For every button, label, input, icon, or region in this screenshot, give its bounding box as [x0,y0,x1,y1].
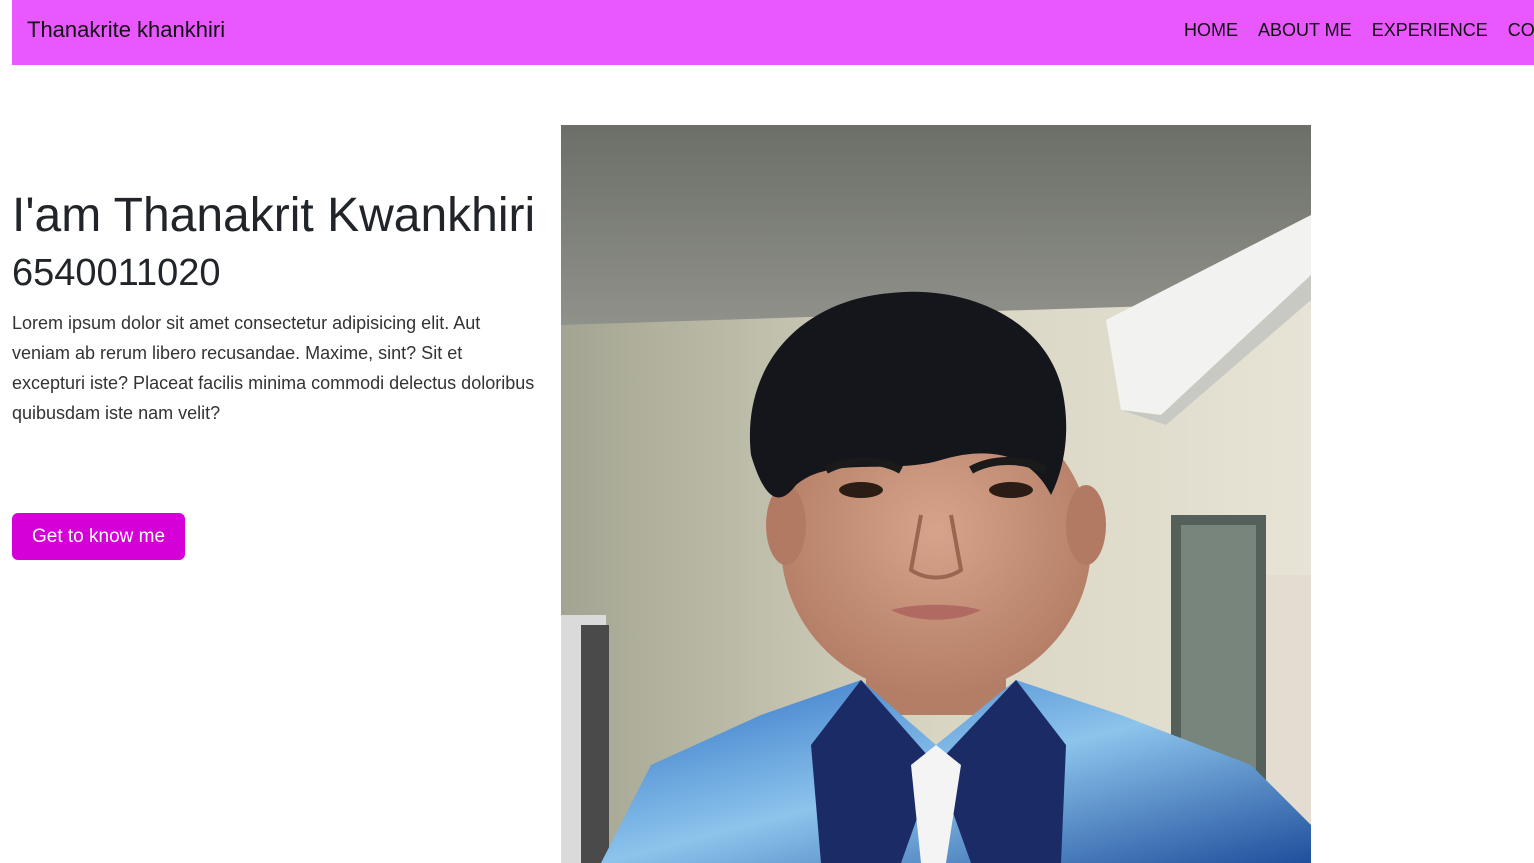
nav-menu: HOME ABOUT ME EXPERIENCE CONTACT [1184,20,1534,41]
get-to-know-me-button[interactable]: Get to know me [12,513,185,560]
hero-title: I'am Thanakrit Kwankhiri [12,189,536,242]
nav-item-home[interactable]: HOME [1184,20,1238,41]
hero-section: I'am Thanakrit Kwankhiri 6540011020 Lore… [12,186,537,428]
nav-item-contact[interactable]: CONTACT [1508,20,1534,41]
nav-item-experience[interactable]: EXPERIENCE [1372,20,1488,41]
hero-description: Lorem ipsum dolor sit amet consectetur a… [12,313,535,423]
student-id: 6540011020 [12,252,221,294]
nav-item-about-me[interactable]: ABOUT ME [1258,20,1352,41]
navbar: Thanakrite khankhiri HOME ABOUT ME EXPER… [12,0,1534,65]
profile-photo [561,125,1311,863]
brand-link[interactable]: Thanakrite khankhiri [27,17,225,43]
